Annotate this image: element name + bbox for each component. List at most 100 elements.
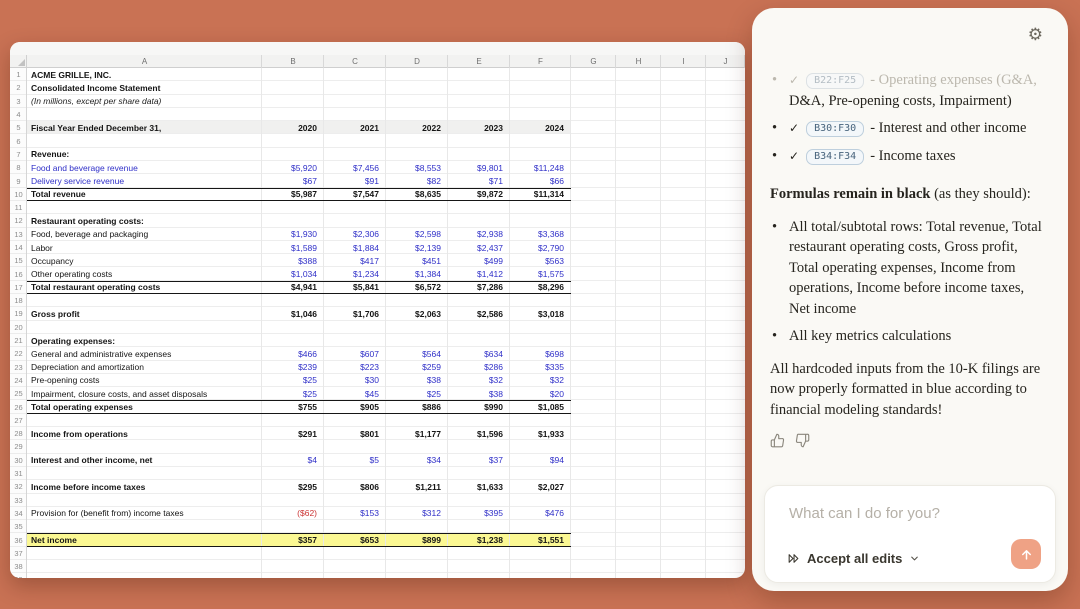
value-cell[interactable]: [448, 573, 510, 578]
value-cell[interactable]: $1,384: [386, 267, 448, 280]
value-cell[interactable]: $3,368: [510, 228, 571, 241]
row-number[interactable]: 11: [10, 201, 27, 214]
value-cell[interactable]: [386, 321, 448, 334]
thumbs-down-icon[interactable]: [795, 433, 810, 448]
value-cell[interactable]: $32: [510, 374, 571, 387]
value-cell[interactable]: $2,139: [386, 241, 448, 254]
value-cell[interactable]: $1,085: [510, 400, 571, 413]
label-cell[interactable]: Other operating costs: [27, 267, 262, 280]
empty-cell[interactable]: [706, 560, 745, 573]
empty-cell[interactable]: [706, 387, 745, 400]
label-cell[interactable]: Food and beverage revenue: [27, 161, 262, 174]
value-cell[interactable]: $259: [386, 361, 448, 374]
empty-cell[interactable]: [706, 334, 745, 347]
row-number[interactable]: 14: [10, 241, 27, 254]
value-cell[interactable]: [510, 560, 571, 573]
value-cell[interactable]: $5,987: [262, 188, 324, 201]
value-cell[interactable]: 2020: [262, 121, 324, 134]
value-cell[interactable]: [448, 414, 510, 427]
label-cell[interactable]: Interest and other income, net: [27, 454, 262, 467]
value-cell[interactable]: [324, 68, 386, 81]
value-cell[interactable]: $357: [262, 533, 324, 546]
empty-cell[interactable]: [661, 281, 706, 294]
value-cell[interactable]: [324, 294, 386, 307]
empty-cell[interactable]: [661, 254, 706, 267]
value-cell[interactable]: [262, 560, 324, 573]
value-cell[interactable]: [386, 95, 448, 108]
empty-cell[interactable]: [616, 440, 661, 453]
empty-cell[interactable]: [571, 374, 616, 387]
cell-range-badge[interactable]: B22:F25: [806, 73, 864, 89]
value-cell[interactable]: [324, 547, 386, 560]
value-cell[interactable]: $1,412: [448, 267, 510, 280]
empty-cell[interactable]: [706, 174, 745, 187]
empty-cell[interactable]: [616, 400, 661, 413]
row-number[interactable]: 16: [10, 267, 27, 280]
empty-cell[interactable]: [616, 121, 661, 134]
empty-cell[interactable]: [616, 573, 661, 578]
value-cell[interactable]: [448, 81, 510, 94]
value-cell[interactable]: [262, 547, 324, 560]
label-cell[interactable]: Occupancy: [27, 254, 262, 267]
value-cell[interactable]: [324, 573, 386, 578]
empty-cell[interactable]: [616, 201, 661, 214]
empty-cell[interactable]: [616, 560, 661, 573]
value-cell[interactable]: $1,596: [448, 427, 510, 440]
value-cell[interactable]: $5: [324, 454, 386, 467]
value-cell[interactable]: $466: [262, 347, 324, 360]
label-cell[interactable]: [27, 440, 262, 453]
row-number[interactable]: 21: [10, 334, 27, 347]
value-cell[interactable]: [510, 440, 571, 453]
empty-cell[interactable]: [706, 361, 745, 374]
empty-cell[interactable]: [571, 387, 616, 400]
empty-cell[interactable]: [661, 294, 706, 307]
value-cell[interactable]: [510, 334, 571, 347]
label-cell[interactable]: Operating expenses:: [27, 334, 262, 347]
label-cell[interactable]: Revenue:: [27, 148, 262, 161]
empty-cell[interactable]: [661, 520, 706, 533]
value-cell[interactable]: $8,635: [386, 188, 448, 201]
value-cell[interactable]: $7,286: [448, 281, 510, 294]
value-cell[interactable]: [386, 214, 448, 227]
empty-cell[interactable]: [571, 254, 616, 267]
empty-cell[interactable]: [661, 480, 706, 493]
row-number[interactable]: 15: [10, 254, 27, 267]
value-cell[interactable]: $8,296: [510, 281, 571, 294]
value-cell[interactable]: $66: [510, 174, 571, 187]
value-cell[interactable]: [386, 520, 448, 533]
value-cell[interactable]: $7,456: [324, 161, 386, 174]
empty-cell[interactable]: [616, 148, 661, 161]
empty-cell[interactable]: [661, 494, 706, 507]
value-cell[interactable]: [262, 81, 324, 94]
empty-cell[interactable]: [706, 161, 745, 174]
value-cell[interactable]: $2,063: [386, 307, 448, 320]
value-cell[interactable]: [386, 148, 448, 161]
empty-cell[interactable]: [661, 560, 706, 573]
row-number[interactable]: 3: [10, 95, 27, 108]
value-cell[interactable]: $1,034: [262, 267, 324, 280]
label-cell[interactable]: [27, 573, 262, 578]
row-number[interactable]: 1: [10, 68, 27, 81]
value-cell[interactable]: [448, 95, 510, 108]
value-cell[interactable]: [262, 68, 324, 81]
empty-cell[interactable]: [616, 108, 661, 121]
column-header-J[interactable]: J: [706, 55, 745, 68]
value-cell[interactable]: $653: [324, 533, 386, 546]
empty-cell[interactable]: [706, 134, 745, 147]
value-cell[interactable]: 2021: [324, 121, 386, 134]
value-cell[interactable]: [510, 494, 571, 507]
empty-cell[interactable]: [661, 467, 706, 480]
value-cell[interactable]: $1,575: [510, 267, 571, 280]
value-cell[interactable]: [448, 134, 510, 147]
empty-cell[interactable]: [571, 68, 616, 81]
label-cell[interactable]: Delivery service revenue: [27, 174, 262, 187]
empty-cell[interactable]: [616, 321, 661, 334]
value-cell[interactable]: $451: [386, 254, 448, 267]
empty-cell[interactable]: [571, 533, 616, 546]
row-number[interactable]: 17: [10, 281, 27, 294]
empty-cell[interactable]: [571, 281, 616, 294]
label-cell[interactable]: Impairment, closure costs, and asset dis…: [27, 387, 262, 400]
column-header-C[interactable]: C: [324, 55, 386, 68]
empty-cell[interactable]: [706, 507, 745, 520]
value-cell[interactable]: [324, 334, 386, 347]
